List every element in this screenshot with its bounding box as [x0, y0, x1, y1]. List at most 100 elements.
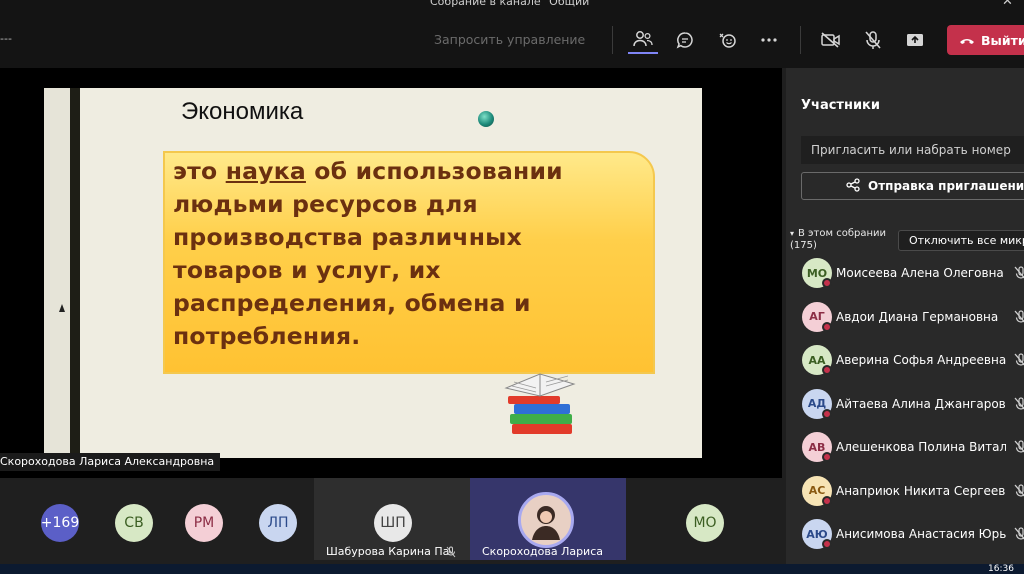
avatar: АС [802, 475, 832, 506]
muted-status-icon [822, 321, 832, 332]
definition-word: об использовании [305, 157, 563, 185]
reactions-icon[interactable] [712, 26, 742, 54]
presentation-slide: Экономика это наука об использовании люд… [44, 88, 702, 458]
definition-line: людьми ресурсов для [173, 190, 478, 218]
mic-off-icon[interactable] [1014, 353, 1024, 369]
section-title: В этом собрании [798, 228, 887, 239]
avatar-initials: СВ [124, 515, 144, 531]
avatar-initials: ШП [380, 515, 406, 531]
avatar-initials: АД [807, 397, 827, 410]
teams-meeting-window: Собрание в канале "Общий" ✕ --- Запросит… [0, 0, 1024, 574]
request-control-button[interactable]: Запросить управление [434, 32, 585, 47]
participant-tile[interactable]: +169 [0, 478, 96, 560]
participants-panel: Участники Пригласить или набрать номер О… [786, 68, 1024, 574]
avatar: ШП [374, 504, 412, 542]
mouse-cursor-icon [59, 304, 65, 312]
muted-status-icon [822, 408, 832, 419]
avatar: АГ [802, 301, 832, 332]
definition-line: товаров и услуг, их [173, 256, 441, 284]
mic-off-icon[interactable] [1014, 396, 1024, 413]
more-icon[interactable] [754, 26, 784, 54]
definition-line: потребления. [173, 322, 361, 350]
mic-off-icon[interactable] [858, 26, 888, 54]
participant-row[interactable]: МО Моисеева Алена Олеговна [802, 258, 1024, 292]
participant-row[interactable]: АВ Алешенкова Полина Виталь... [802, 432, 1024, 466]
mute-all-button[interactable]: Отключить все микро... [898, 230, 1024, 251]
share-link-icon [846, 177, 860, 195]
slide-left-band [44, 88, 70, 458]
avatar: ЛП [259, 504, 297, 542]
definition-word: это [173, 157, 226, 185]
participant-name: Алешенкова Полина Виталь... [836, 440, 1006, 454]
mic-off-icon[interactable] [1014, 309, 1024, 326]
avatar: АЮ [802, 519, 832, 549]
participant-row[interactable]: АА Аверина Софья Андреевна [802, 345, 1024, 379]
taskbar-clock: 16:36 [988, 564, 1014, 574]
definition-line: производства различных [173, 223, 522, 251]
leave-label: Выйти [981, 32, 1024, 48]
chevron-down-icon: ▾ [790, 229, 795, 238]
avatar: СВ [115, 504, 153, 542]
participant-name: Анисимова Анастасия Юрье... [836, 527, 1006, 541]
section-header[interactable]: ▾ В этом собрании (175) [790, 228, 886, 252]
camera-off-icon[interactable] [816, 26, 846, 54]
close-icon[interactable]: ✕ [1002, 0, 1013, 9]
avatar-initials: +169 [40, 515, 80, 531]
avatar: АА [802, 345, 832, 375]
window-title: Собрание в канале "Общий" [430, 0, 595, 8]
mic-off-icon[interactable] [1014, 527, 1024, 543]
slide-title: Экономика [181, 98, 304, 125]
avatar-initials: АС [808, 484, 826, 497]
share-invite-button[interactable]: Отправка приглашения [801, 172, 1024, 200]
participant-tile[interactable]: ЛП [226, 478, 314, 560]
mic-off-icon[interactable] [1014, 483, 1024, 500]
avatar-photo [518, 492, 574, 548]
participants-icon[interactable] [628, 26, 658, 54]
slide-left-stripe [70, 88, 80, 458]
chat-icon[interactable] [670, 26, 700, 54]
share-invite-label: Отправка приглашения [868, 179, 1024, 193]
leave-button[interactable]: Выйти [947, 25, 1024, 55]
definition-line: распределения, обмена и [173, 289, 531, 317]
toolbar-divider [800, 26, 801, 54]
participant-tile[interactable]: ШП Шабурова Карина Па... [314, 478, 470, 560]
participant-tile[interactable]: СВ [96, 478, 160, 560]
toolbar-divider [612, 26, 613, 54]
window-titlebar: Собрание в канале "Общий" ✕ [0, 0, 1024, 12]
share-icon[interactable] [900, 26, 930, 54]
participant-name: Анаприюк Никита Сергеевич [836, 483, 1006, 498]
windows-taskbar: 16:36 [0, 564, 1024, 574]
avatar: МО [802, 258, 832, 288]
participant-row[interactable]: АС Анаприюк Никита Сергеевич [802, 475, 1024, 510]
participant-row[interactable]: АЮ Анисимова Анастасия Юрье... [802, 519, 1024, 553]
muted-status-icon [822, 452, 832, 462]
muted-status-icon [822, 495, 832, 506]
avatar: +169 [41, 504, 79, 542]
avatar: РМ [185, 504, 223, 542]
avatar-initials: ЛП [267, 515, 289, 531]
mic-off-icon[interactable] [1014, 440, 1024, 456]
tile-name: Шабурова Карина Па... [326, 545, 450, 558]
participant-row[interactable]: АД Айтаева Алина Джангаровна [802, 388, 1024, 423]
invite-input[interactable]: Пригласить или набрать номер [801, 136, 1024, 164]
participant-tile[interactable]: РМ [160, 478, 226, 560]
muted-status-icon [822, 365, 832, 375]
participant-name: Аверина Софья Андреевна [836, 353, 1006, 367]
avatar-initials: АВ [808, 440, 826, 454]
books-icon [504, 373, 576, 434]
avatar-initials: АГ [809, 310, 825, 323]
participant-tiles-strip: +169 СВ РМ ЛП ШП Шабурова Карина Па... Скорохо… [0, 478, 782, 564]
participant-name: Моисеева Алена Олеговна [836, 266, 1004, 280]
avatar: АВ [802, 432, 832, 462]
participant-tile[interactable]: МО [626, 478, 782, 560]
shared-screen: Экономика это наука об использовании люд… [0, 68, 782, 478]
avatar-initials: АА [808, 353, 826, 367]
mic-off-icon[interactable] [1014, 266, 1024, 282]
muted-status-icon [822, 278, 832, 288]
participant-row[interactable]: АГ Авдои Диана Германовна [802, 301, 1024, 336]
participant-tile[interactable]: Скороходова Лариса Але... [470, 478, 626, 560]
tile-name: Скороходова Лариса Але... [482, 545, 606, 558]
phone-icon [959, 33, 975, 48]
avatar-initials: МО [693, 515, 717, 531]
mic-off-icon [446, 546, 456, 558]
